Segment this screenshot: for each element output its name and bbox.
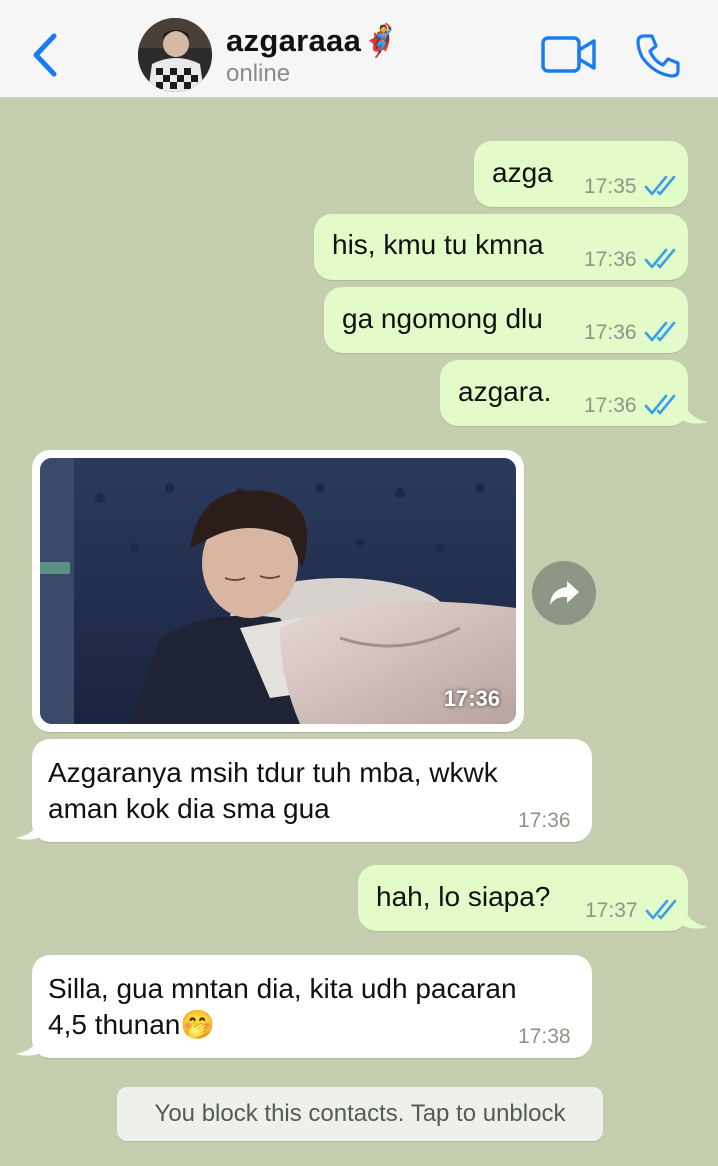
- bubble-tail: [682, 396, 708, 424]
- message-bubble-incoming[interactable]: Azgaranya msih tdur tuh mba, wkwk aman k…: [32, 739, 592, 842]
- message-text: his, kmu tu kmna: [332, 229, 544, 260]
- message-text-line: 4,5 thunan: [48, 1009, 181, 1040]
- read-ticks-icon: [644, 394, 676, 415]
- message-time: 17:36: [584, 394, 637, 417]
- message-bubble-outgoing[interactable]: hah, lo siapa? 17:37: [358, 865, 688, 931]
- message-bubble-outgoing[interactable]: his, kmu tu kmna 17:36: [314, 214, 688, 280]
- read-ticks-icon: [645, 899, 677, 920]
- message-time: 17:36: [584, 248, 637, 271]
- contact-name[interactable]: azgaraaa🦸: [226, 22, 400, 59]
- message-text: azgara.: [458, 376, 552, 407]
- message-text: azga: [492, 157, 553, 188]
- message-bubble-incoming[interactable]: Silla, gua mntan dia, kita udh pacaran 4…: [32, 955, 592, 1058]
- message-time: 17:35: [584, 175, 637, 198]
- message-text: ga ngomong dlu: [342, 303, 543, 334]
- message-text: hah, lo siapa?: [376, 881, 551, 912]
- forward-button[interactable]: [532, 561, 596, 625]
- message-time: 17:37: [585, 899, 638, 922]
- bubble-tail: [16, 812, 42, 840]
- avatar-image: [138, 18, 212, 92]
- photo-image[interactable]: 17:36: [40, 458, 516, 724]
- message-text-line: Azgaranya msih tdur tuh mba, wkwk: [48, 757, 498, 788]
- avatar[interactable]: [138, 18, 212, 92]
- message-bubble-outgoing[interactable]: azgara. 17:36: [440, 360, 688, 426]
- message-time: 17:38: [518, 1025, 571, 1048]
- bubble-tail: [16, 1028, 42, 1056]
- message-time: 17:36: [584, 321, 637, 344]
- message-bubble-outgoing[interactable]: ga ngomong dlu 17:36: [324, 287, 688, 353]
- unblock-notice[interactable]: You block this contacts. Tap to unblock: [117, 1087, 603, 1141]
- hand-over-mouth-emoji: 🤭: [180, 1009, 216, 1040]
- read-ticks-icon: [644, 248, 676, 269]
- video-camera-icon: [541, 36, 596, 73]
- phone-icon: [636, 34, 680, 78]
- back-button[interactable]: [28, 30, 64, 80]
- forward-arrow-icon: [550, 581, 579, 605]
- photo-content: [40, 458, 516, 724]
- message-bubble-outgoing[interactable]: azga 17:35: [474, 141, 688, 207]
- contact-name-text: azgaraaa: [226, 23, 362, 58]
- contact-status: online: [226, 60, 291, 87]
- chat-header: azgaraaa🦸 online: [0, 0, 718, 98]
- photo-message[interactable]: 17:36: [32, 450, 524, 732]
- message-text-line: Silla, gua mntan dia, kita udh pacaran: [48, 973, 517, 1004]
- photo-time: 17:36: [443, 686, 500, 711]
- contact-emoji: 🦸: [361, 23, 401, 58]
- voice-call-button[interactable]: [634, 32, 682, 80]
- chevron-left-icon: [33, 33, 57, 77]
- message-text-line-2: 4,5 thunan🤭: [48, 1007, 215, 1043]
- message-time: 17:36: [518, 809, 571, 832]
- read-ticks-icon: [644, 321, 676, 342]
- message-text-line: aman kok dia sma gua: [48, 793, 330, 824]
- read-ticks-icon: [644, 175, 676, 196]
- bubble-tail: [682, 901, 708, 929]
- video-call-button[interactable]: [540, 34, 598, 76]
